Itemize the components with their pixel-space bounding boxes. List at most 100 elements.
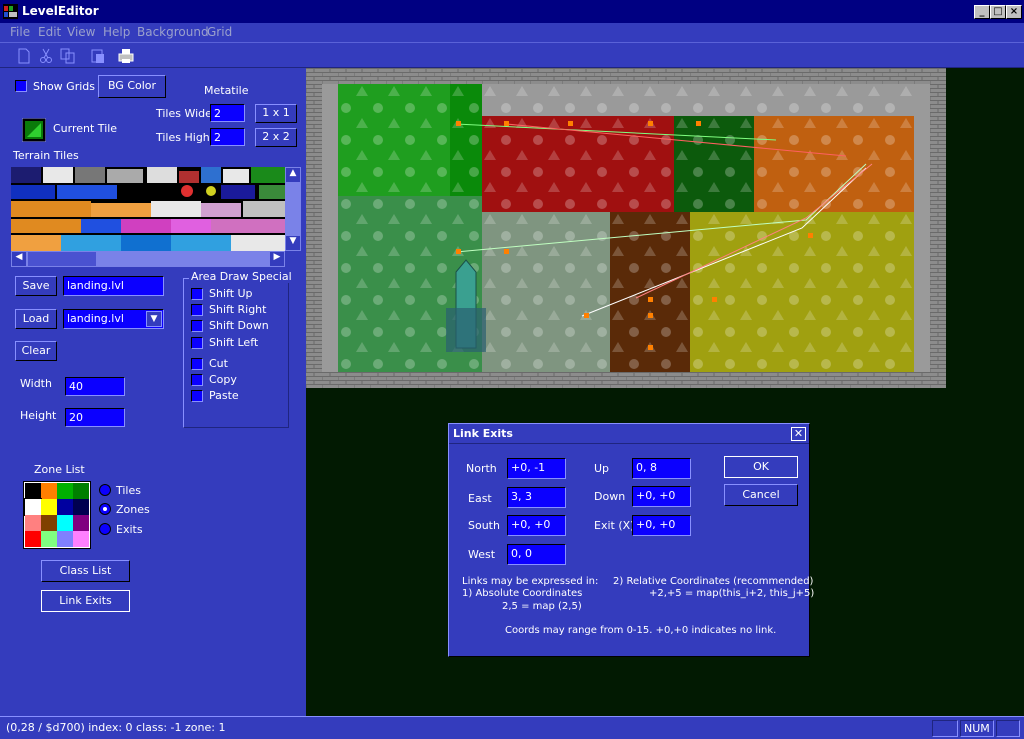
tiles-high-label: Tiles High [156,131,210,144]
tiles-high-input[interactable]: 2 [210,128,245,146]
zone-swatch[interactable] [73,515,89,531]
close-button[interactable]: × [1006,5,1022,19]
help-line-6: Coords may range from 0-15. +0,+0 indica… [505,625,777,636]
zone-swatch[interactable] [57,499,73,515]
load-button[interactable]: Load [15,309,57,329]
down-input[interactable]: +0, +0 [632,486,691,507]
shift-up-checkbox[interactable] [191,288,203,300]
maximize-button[interactable]: □ [990,5,1006,19]
east-input[interactable]: 3, 3 [507,487,566,508]
status-panel-grip [996,720,1020,737]
save-filename-input[interactable]: landing.lvl [63,276,164,296]
menu-grid[interactable]: Grid [207,25,232,39]
ok-button[interactable]: OK [724,456,798,478]
show-grids-checkbox[interactable] [15,80,27,92]
status-num-indicator: NUM [960,720,994,737]
exit-input[interactable]: +0, +0 [632,515,691,536]
zone-swatch[interactable] [57,515,73,531]
size-2x2-button[interactable]: 2 x 2 [255,128,297,147]
width-input[interactable]: 40 [65,377,125,396]
height-label: Height [20,409,57,422]
cut-checkbox[interactable] [191,358,203,370]
east-label: East [468,492,492,505]
copy-checkbox[interactable] [191,374,203,386]
shift-right-checkbox[interactable] [191,304,203,316]
zone-swatch[interactable] [41,515,57,531]
load-filename-value: landing.lvl [67,312,124,325]
window-title: LevelEditor [22,4,99,18]
menu-view[interactable]: View [67,25,95,39]
menu-help[interactable]: Help [103,25,130,39]
zone-swatch[interactable] [25,483,41,499]
class-list-button[interactable]: Class List [41,560,130,582]
up-input[interactable]: 0, 8 [632,458,691,479]
zone-swatch[interactable] [25,515,41,531]
help-line-5: +2,+5 = map(this_i+2, this_j+5) [649,588,815,599]
copy-icon[interactable] [59,47,77,65]
scroll-up-icon[interactable]: ▲ [286,168,300,182]
status-panel-empty [932,720,958,737]
west-input[interactable]: 0, 0 [507,544,566,565]
terrain-tiles-palette[interactable] [11,167,285,251]
shift-left-checkbox[interactable] [191,337,203,349]
north-input[interactable]: +0, -1 [507,458,566,479]
dialog-title-bar: Link Exits ✕ [449,424,809,444]
palette-hscroll-thumb[interactable] [28,252,96,266]
new-icon[interactable] [15,47,33,65]
current-tile-label: Current Tile [53,122,118,135]
scroll-right-icon[interactable]: ▶ [270,252,284,266]
scroll-down-icon[interactable]: ▼ [286,236,300,250]
shift-down-checkbox[interactable] [191,320,203,332]
current-tile-preview[interactable] [22,118,46,142]
title-bar: LevelEditor _ □ × [0,0,1024,23]
zones-radio[interactable] [99,503,111,515]
down-label: Down [594,490,626,503]
minimize-button[interactable]: _ [974,5,990,19]
status-text: (0,28 / $d700) index: 0 class: -1 zone: … [6,721,226,734]
width-label: Width [20,377,52,390]
shift-left-label: Shift Left [209,336,259,349]
menu-edit[interactable]: Edit [38,25,61,39]
paste-checkbox[interactable] [191,390,203,402]
zone-list-grid[interactable] [23,481,91,549]
cancel-button[interactable]: Cancel [724,484,798,506]
scroll-left-icon[interactable]: ◀ [12,252,26,266]
zone-swatch[interactable] [41,531,57,547]
tiles-radio[interactable] [99,484,111,496]
bg-color-button[interactable]: BG Color [98,75,166,98]
menu-file[interactable]: File [10,25,30,39]
cut-label: Cut [209,357,228,370]
zone-swatch[interactable] [24,498,42,516]
zone-swatch[interactable] [73,531,89,547]
zone-swatch[interactable] [73,483,89,499]
size-1x1-button[interactable]: 1 x 1 [255,104,297,123]
level-map[interactable] [306,68,946,388]
zone-swatch[interactable] [25,531,41,547]
paste-icon[interactable] [89,47,107,65]
zone-swatch[interactable] [73,499,89,515]
menu-bar: File Edit View Help Background Grid [0,23,1024,42]
zone-swatch[interactable] [57,531,73,547]
dialog-close-icon[interactable]: ✕ [791,427,806,441]
chevron-down-icon[interactable]: ▼ [146,311,162,327]
dialog-title: Link Exits [453,427,513,440]
tiles-wide-input[interactable]: 2 [210,104,245,122]
link-exits-button[interactable]: Link Exits [41,590,130,612]
up-label: Up [594,462,610,475]
zone-swatch[interactable] [41,483,57,499]
shift-up-label: Shift Up [209,287,253,300]
clear-button[interactable]: Clear [15,341,57,361]
link-exits-dialog: Link Exits ✕ North +0, -1 East 3, 3 Sout… [448,423,814,657]
zone-swatch[interactable] [57,483,73,499]
cut-icon[interactable] [37,47,55,65]
save-button[interactable]: Save [15,276,57,296]
shift-down-label: Shift Down [209,319,269,332]
exits-radio[interactable] [99,523,111,535]
menu-background[interactable]: Background [137,25,209,39]
zone-swatch[interactable] [41,499,57,515]
south-input[interactable]: +0, +0 [507,515,566,536]
zones-radio-label: Zones [116,503,150,516]
height-input[interactable]: 20 [65,408,125,427]
tiles-radio-label: Tiles [116,484,141,497]
print-icon[interactable] [117,47,135,65]
